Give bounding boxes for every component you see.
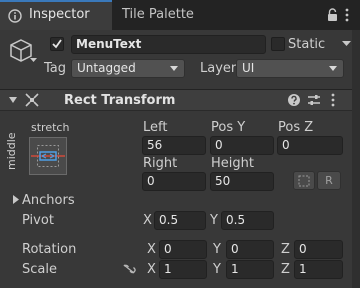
rotation-x-label: X [147, 242, 156, 257]
scrollbar[interactable] [352, 30, 360, 288]
tab-menu-vertical-dots-icon[interactable] [345, 8, 349, 22]
chevron-down-icon [329, 66, 337, 71]
scale-y-label: Y [213, 262, 221, 277]
static-label: Static [288, 37, 326, 52]
rect-transform-title: Rect Transform [64, 93, 176, 108]
scale-x-input[interactable]: 1 [159, 260, 207, 279]
pivot-y-input[interactable]: 0.5 [221, 211, 274, 230]
pivot-x-label: X [143, 213, 152, 228]
sliders-icon[interactable] [308, 94, 320, 106]
tab-inspector-label: Inspector [29, 7, 90, 22]
scale-z-label: Z [281, 262, 290, 277]
lock-icon[interactable] [327, 8, 338, 22]
layer-label: Layer [200, 61, 237, 76]
rect-transform-icon [25, 93, 39, 107]
raw-edit-button[interactable]: R [317, 171, 341, 190]
scale-x-label: X [147, 262, 156, 277]
left-label: Left [143, 120, 168, 135]
posy-label: Pos Y [211, 120, 246, 135]
height-label: Height [211, 156, 254, 171]
posz-label: Pos Z [278, 120, 314, 135]
active-checkbox[interactable] [50, 37, 64, 51]
posz-input[interactable]: 0 [277, 136, 343, 155]
chevron-down-icon [170, 66, 178, 71]
scale-z-input[interactable]: 1 [294, 260, 343, 279]
checkmark-icon [52, 39, 62, 49]
rotation-z-input[interactable]: 0 [294, 240, 343, 259]
scale-y-input[interactable]: 1 [226, 260, 274, 279]
anchor-vertical-label: middle [5, 132, 18, 170]
rotation-z-label: Z [281, 242, 290, 257]
rotation-y-input[interactable]: 0 [226, 240, 274, 259]
layer-dropdown[interactable]: UI [236, 59, 344, 78]
tab-tile-palette[interactable]: Tile Palette [122, 7, 194, 22]
rotation-label: Rotation [22, 242, 77, 257]
right-label: Right [143, 156, 178, 171]
component-menu-vertical-dots-icon[interactable] [331, 93, 335, 107]
height-input[interactable]: 50 [210, 172, 274, 191]
link-broken-icon[interactable] [122, 263, 136, 275]
posy-input[interactable]: 0 [210, 136, 274, 155]
blueprint-mode-button[interactable] [293, 171, 315, 190]
scale-label: Scale [22, 262, 57, 277]
pivot-label: Pivot [22, 213, 54, 228]
rect-transform-header[interactable] [0, 89, 360, 111]
anchors-label[interactable]: Anchors [22, 193, 75, 208]
dashed-rect-icon [298, 175, 310, 187]
tag-dropdown[interactable]: Untagged [71, 59, 185, 78]
tag-value: Untagged [77, 61, 136, 75]
static-chevron-down-icon[interactable] [342, 41, 351, 47]
help-icon[interactable] [288, 94, 300, 106]
rotation-x-input[interactable]: 0 [159, 240, 207, 259]
foldout-arrow-icon[interactable] [9, 96, 17, 104]
pivot-x-input[interactable]: 0.5 [154, 211, 206, 230]
left-input[interactable]: 56 [142, 136, 206, 155]
cube-dropdown-chevron-icon[interactable] [30, 58, 37, 63]
anchor-horizontal-label: stretch [31, 121, 70, 134]
layer-value: UI [242, 61, 255, 75]
anchor-presets-button[interactable] [29, 137, 67, 175]
pivot-y-label: Y [210, 213, 218, 228]
gameobject-name-input[interactable]: MenuText [71, 35, 266, 54]
rotation-y-label: Y [213, 242, 221, 257]
tag-label: Tag [44, 61, 67, 76]
anchors-foldout-arrow-icon[interactable] [12, 195, 19, 204]
info-icon [8, 9, 22, 23]
static-checkbox[interactable] [271, 37, 285, 51]
right-input[interactable]: 0 [142, 172, 206, 191]
